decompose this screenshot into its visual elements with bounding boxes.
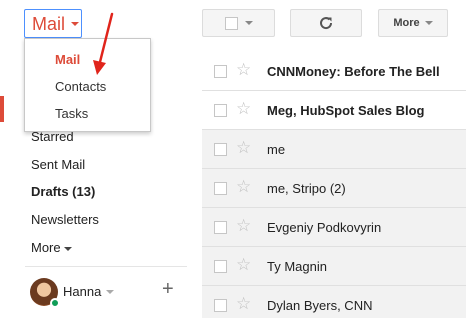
email-sender: Meg, HubSpot Sales Blog [267,103,425,118]
email-sender: me, Stripo (2) [267,181,346,196]
inbox-selection-indicator [0,96,4,122]
row-checkbox[interactable] [214,260,227,273]
star-icon[interactable]: ☆ [236,295,251,312]
app-switcher-label: Mail [32,13,66,34]
online-status-icon [50,298,60,308]
star-icon[interactable]: ☆ [236,217,251,234]
star-icon[interactable]: ☆ [236,178,251,195]
email-sender: Evgeniy Podkovyrin [267,220,382,235]
row-checkbox[interactable] [214,143,227,156]
app-switcher-menu: Mail Contacts Tasks [24,38,151,132]
chevron-down-icon [244,21,253,25]
star-icon[interactable]: ☆ [236,61,251,78]
email-sender: Dylan Byers, CNN [267,298,373,313]
email-row[interactable]: ☆ Evgeniy Podkovyrin [202,208,466,247]
row-checkbox[interactable] [214,221,227,234]
sidebar-item-more-label: More [31,240,61,255]
star-icon[interactable]: ☆ [236,139,251,156]
email-list: ☆ CNNMoney: Before The Bell ☆ Meg, HubSp… [202,52,466,318]
sidebar-divider [25,266,187,267]
menu-item-mail[interactable]: Mail [55,52,80,67]
email-row[interactable]: ☆ Dylan Byers, CNN [202,286,466,318]
menu-item-contacts[interactable]: Contacts [55,79,106,94]
add-icon[interactable]: + [162,279,174,299]
more-actions-button[interactable]: More [378,9,448,37]
row-checkbox[interactable] [214,65,227,78]
chevron-down-icon [63,246,72,251]
email-sender: Ty Magnin [267,259,327,274]
hangouts-user-row: Hanna + [30,278,190,308]
row-checkbox[interactable] [214,299,227,312]
chevron-down-icon [71,21,80,26]
user-name[interactable]: Hanna [63,284,101,299]
refresh-icon [320,17,333,30]
email-sender: CNNMoney: Before The Bell [267,64,440,79]
email-row[interactable]: ☆ CNNMoney: Before The Bell [202,52,466,91]
more-actions-label: More [393,17,420,29]
refresh-button[interactable] [290,9,362,37]
select-all-button[interactable] [202,9,275,37]
email-sender: me [267,142,286,157]
row-checkbox[interactable] [214,182,227,195]
star-icon[interactable]: ☆ [236,256,251,273]
menu-item-tasks[interactable]: Tasks [55,106,88,121]
sidebar-item-sent-mail[interactable]: Sent Mail [31,157,85,172]
chevron-down-icon [424,21,433,25]
sidebar-item-newsletters[interactable]: Newsletters [31,212,99,227]
email-row[interactable]: ☆ me [202,130,466,169]
checkbox-icon [224,16,238,30]
app-switcher-button[interactable]: Mail [24,9,82,38]
row-checkbox[interactable] [214,104,227,117]
email-row[interactable]: ☆ me, Stripo (2) [202,169,466,208]
sidebar-item-more[interactable]: More [31,240,72,255]
chevron-down-icon[interactable] [106,290,114,294]
sidebar-item-drafts[interactable]: Drafts (13) [31,184,95,199]
star-icon[interactable]: ☆ [236,100,251,117]
email-row[interactable]: ☆ Ty Magnin [202,247,466,286]
email-row[interactable]: ☆ Meg, HubSpot Sales Blog [202,91,466,130]
